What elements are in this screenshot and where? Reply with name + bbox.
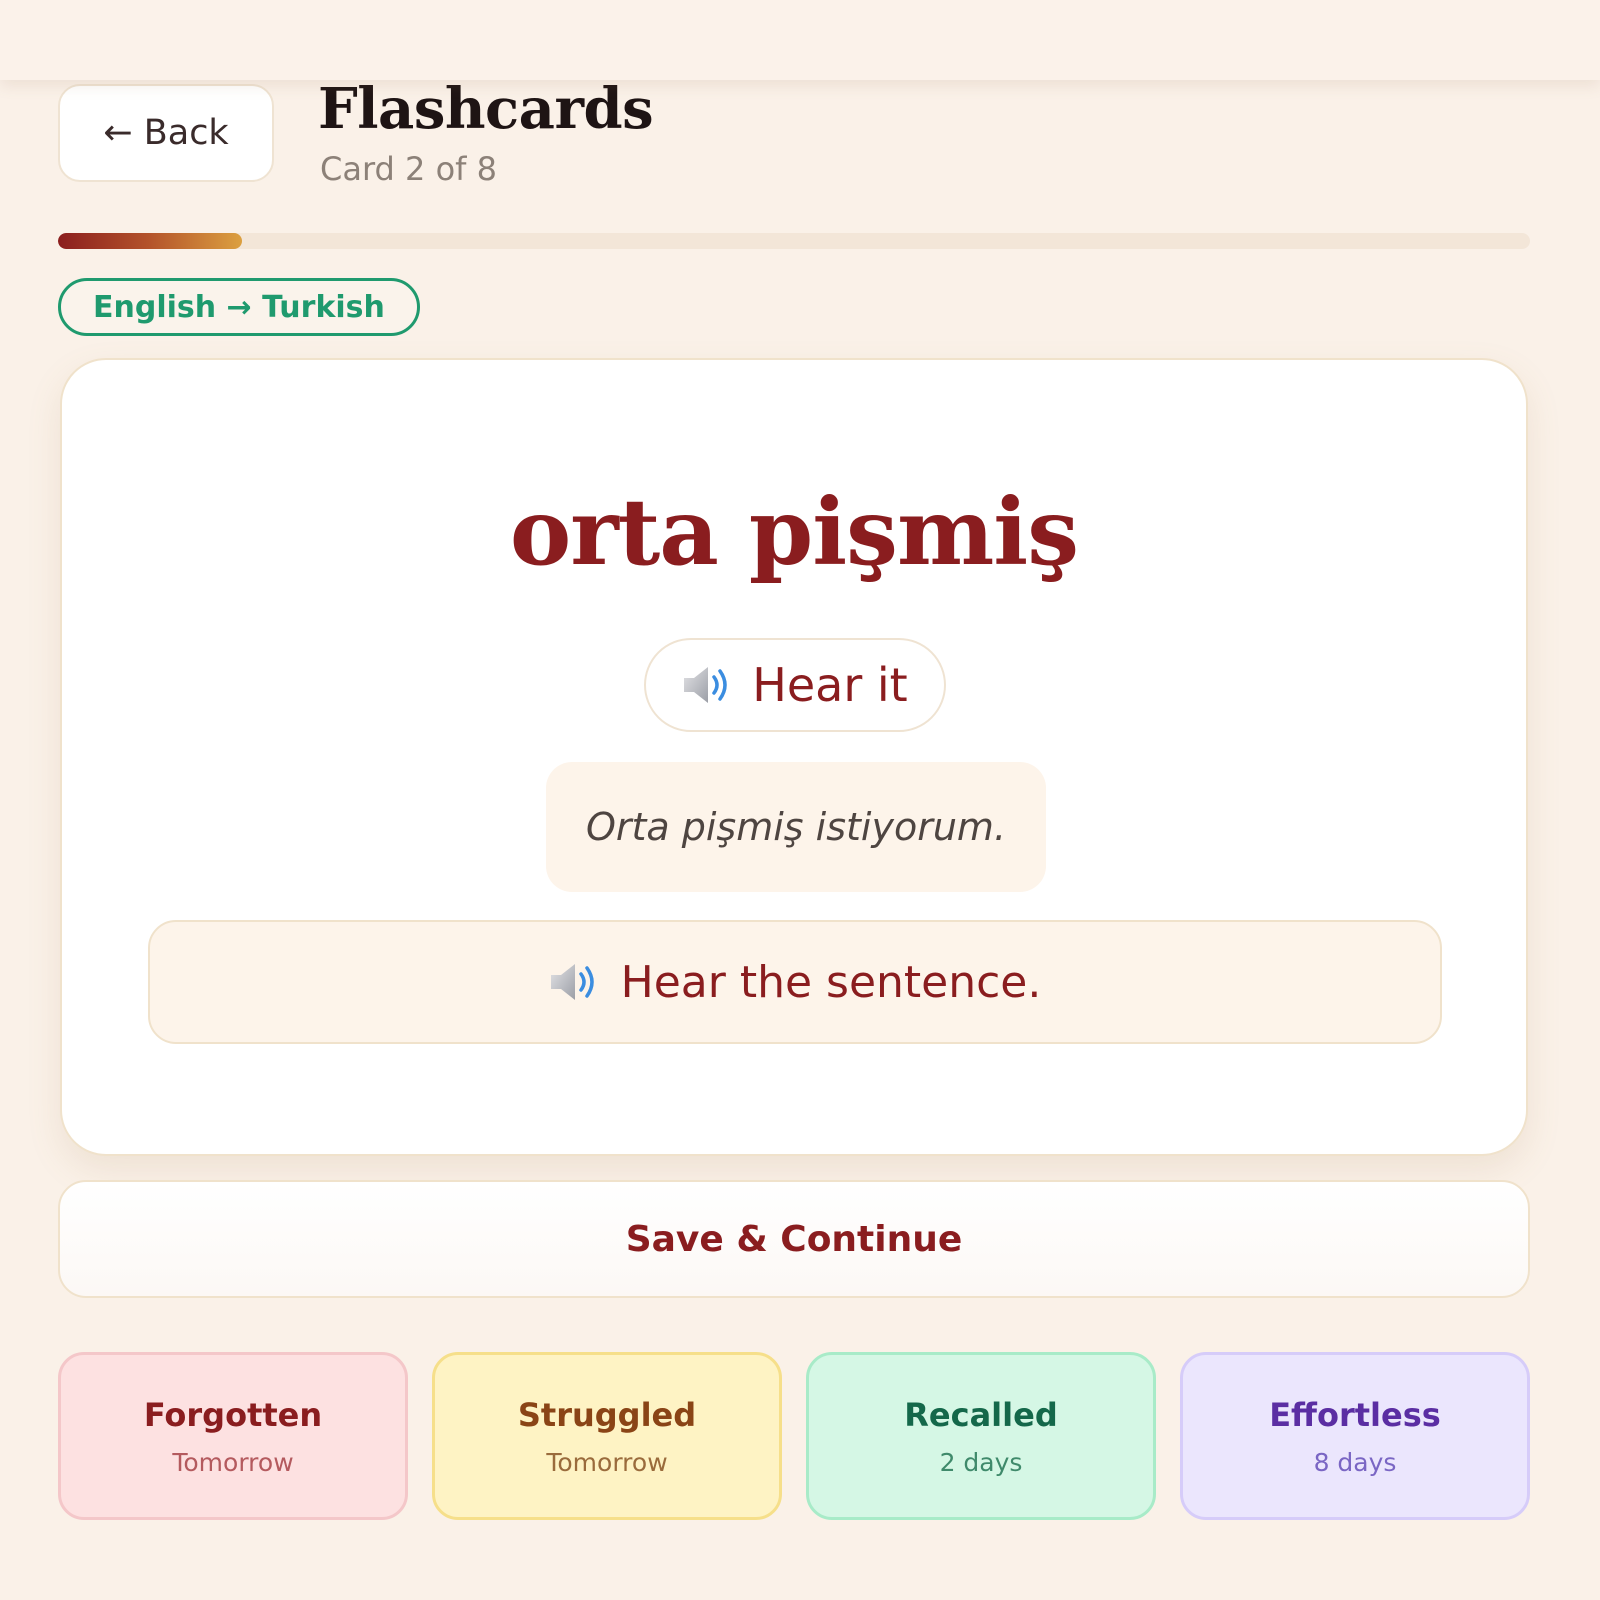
top-bar [0, 0, 1600, 80]
rating-label: Struggled [517, 1395, 697, 1434]
direction-badge: English → Turkish [58, 278, 420, 336]
rating-recalled-button[interactable]: Recalled 2 days [806, 1352, 1156, 1520]
hear-word-label: Hear it [752, 658, 908, 712]
example-sentence: Orta pişmiş istiyorum. [546, 762, 1046, 892]
back-button[interactable]: ← Back [58, 84, 274, 182]
rating-effortless-button[interactable]: Effortless 8 days [1180, 1352, 1530, 1520]
hear-sentence-button[interactable]: Hear the sentence. [148, 920, 1442, 1044]
speaker-icon [550, 964, 594, 1000]
page-title: Flashcards [318, 76, 654, 142]
card-counter: Card 2 of 8 [320, 150, 497, 188]
flashcard: orta pişmiş Hear it Orta pişmiş istiyoru… [60, 358, 1528, 1156]
rating-interval: 8 days [1313, 1447, 1397, 1477]
rating-interval: Tomorrow [172, 1447, 294, 1477]
progress-fill [58, 233, 242, 249]
rating-label: Recalled [904, 1395, 1058, 1434]
rating-interval: 2 days [939, 1447, 1023, 1477]
rating-interval: Tomorrow [546, 1447, 668, 1477]
flashcards-page: ← Back Flashcards Card 2 of 8 English → … [0, 0, 1600, 1600]
hear-sentence-label: Hear the sentence. [620, 956, 1042, 1008]
rating-label: Effortless [1269, 1395, 1441, 1434]
save-continue-button[interactable]: Save & Continue [58, 1180, 1530, 1298]
flashcard-word: orta pişmiş [509, 478, 1079, 586]
rating-label: Forgotten [143, 1395, 323, 1434]
progress-bar [58, 233, 1530, 249]
rating-struggled-button[interactable]: Struggled Tomorrow [432, 1352, 782, 1520]
speaker-icon [684, 667, 728, 703]
hear-word-button[interactable]: Hear it [644, 638, 946, 732]
rating-forgotten-button[interactable]: Forgotten Tomorrow [58, 1352, 408, 1520]
